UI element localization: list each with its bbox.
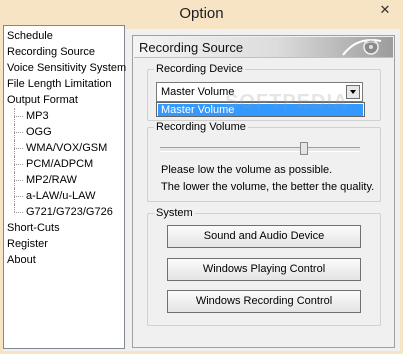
- tree-item-label: MP2/RAW: [26, 174, 77, 186]
- tree-item-mp3[interactable]: MP3: [4, 108, 124, 124]
- tree-branch-line: [12, 204, 26, 220]
- recording-device-select[interactable]: Master Volume: [156, 82, 363, 102]
- tree-item-label: About: [7, 254, 36, 266]
- system-legend: System: [154, 207, 195, 220]
- tree-item-mp2-raw[interactable]: MP2/RAW: [4, 172, 124, 188]
- tree-branch-line: [12, 108, 26, 124]
- tree-item-label: Schedule: [7, 30, 53, 42]
- recording-volume-legend: Recording Volume: [154, 121, 248, 134]
- tree-item-label: Voice Sensitivity System: [7, 62, 127, 74]
- tree-item-recording-source[interactable]: Recording Source: [4, 44, 124, 60]
- tree-branch-line: [12, 124, 26, 140]
- sound-audio-device-button[interactable]: Sound and Audio Device: [167, 225, 361, 248]
- tree-item-g721-g723-g726[interactable]: G721/G723/G726: [4, 204, 124, 220]
- volume-slider-thumb[interactable]: [300, 142, 308, 155]
- tree-item-a-law-u-law[interactable]: a-LAW/u-LAW: [4, 188, 124, 204]
- tree-branch-line: [12, 140, 26, 156]
- tree-branch-line: [12, 172, 26, 188]
- tree-item-schedule[interactable]: Schedule: [4, 28, 124, 44]
- windows-recording-control-button[interactable]: Windows Recording Control: [167, 290, 361, 313]
- close-button[interactable]: ✕: [373, 1, 397, 20]
- windows-playing-control-button[interactable]: Windows Playing Control: [167, 258, 361, 281]
- tree-item-label: OGG: [26, 126, 52, 138]
- tree-item-file-length-limitation[interactable]: File Length Limitation: [4, 76, 124, 92]
- tree-item-label: PCM/ADPCM: [26, 158, 94, 170]
- chevron-down-icon[interactable]: [346, 85, 360, 99]
- window-title: Option: [179, 5, 224, 22]
- recording-device-value: Master Volume: [161, 86, 235, 98]
- tree-branch-line: [12, 156, 26, 172]
- tree-item-label: Output Format: [7, 94, 78, 106]
- tree-item-voice-sensitivity-system[interactable]: Voice Sensitivity System: [4, 60, 127, 76]
- tree-item-about[interactable]: About: [4, 252, 124, 268]
- tree-item-label: Recording Source: [7, 46, 96, 58]
- volume-note-line2: The lower the volume, the better the qua…: [161, 181, 375, 193]
- tree-item-label: Short-Cuts: [7, 222, 60, 234]
- tree-item-short-cuts[interactable]: Short-Cuts: [4, 220, 124, 236]
- close-icon: ✕: [379, 2, 391, 17]
- disc-logo-icon: [342, 39, 382, 56]
- tree-item-label: File Length Limitation: [7, 78, 112, 90]
- volume-slider-track[interactable]: [160, 147, 360, 152]
- recording-device-dropdown: Master Volume: [156, 102, 365, 117]
- options-tree[interactable]: Schedule Recording Source Voice Sensitivit…: [3, 25, 127, 349]
- tree-item-label: MP3: [26, 110, 49, 122]
- tree-item-label: Register: [7, 238, 48, 250]
- panel-header: Recording Source: [134, 37, 393, 58]
- tree-item-wma-vox-gsm[interactable]: WMA/VOX/GSM: [4, 140, 124, 156]
- tree-item-output-format[interactable]: Output Format: [4, 92, 124, 108]
- tree-item-label: a-LAW/u-LAW: [26, 190, 96, 202]
- dropdown-option-master-volume[interactable]: Master Volume: [158, 104, 363, 116]
- recording-device-legend: Recording Device: [154, 63, 245, 76]
- tree-item-pcm-adpcm[interactable]: PCM/ADPCM: [4, 156, 124, 172]
- tree-item-register[interactable]: Register: [4, 236, 124, 252]
- tree-item-label: WMA/VOX/GSM: [26, 142, 108, 154]
- tree-item-ogg[interactable]: OGG: [4, 124, 124, 140]
- panel-title: Recording Source: [139, 40, 244, 55]
- tree-item-label: G721/G723/G726: [26, 206, 113, 218]
- volume-note-line1: Please low the volume as possible.: [161, 164, 333, 176]
- tree-branch-line: [12, 188, 26, 204]
